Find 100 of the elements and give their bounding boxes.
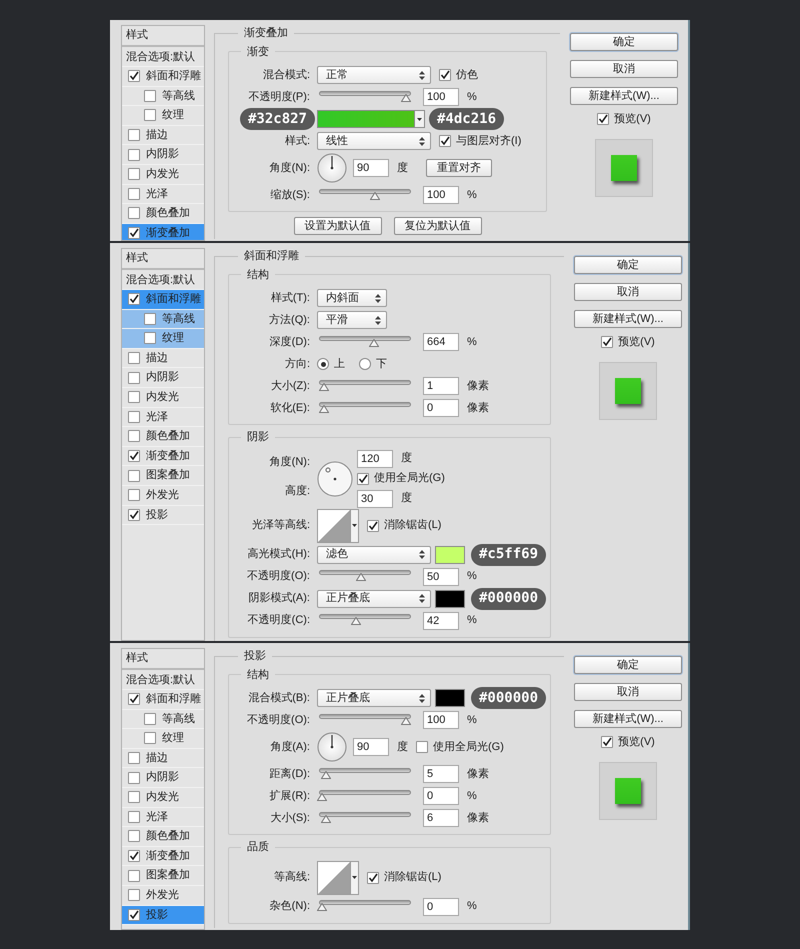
checkbox[interactable] [367, 520, 379, 532]
checkbox[interactable] [128, 293, 140, 306]
checkbox[interactable] [357, 472, 369, 484]
number-field[interactable]: 100 [423, 88, 459, 106]
slider-thumb[interactable] [317, 903, 327, 911]
checkbox[interactable] [128, 489, 140, 502]
number-field[interactable]: 100 [423, 711, 459, 729]
style-list-item[interactable]: 图案叠加 [122, 466, 204, 486]
checkbox[interactable] [128, 168, 140, 180]
dropdown[interactable]: 内斜面 [317, 289, 387, 307]
checkbox[interactable] [128, 430, 140, 442]
style-list-item[interactable]: 描边 [122, 126, 204, 146]
style-list-item[interactable]: 斜面和浮雕 [122, 67, 204, 87]
checkbox[interactable] [128, 870, 140, 882]
slider-thumb[interactable] [317, 792, 327, 800]
style-list-item[interactable]: 内发光 [122, 164, 204, 185]
dropdown[interactable]: 线性 [317, 132, 431, 150]
style-list-item[interactable]: 投影 [122, 506, 204, 526]
slider-track[interactable] [317, 402, 413, 414]
checkbox[interactable] [144, 90, 156, 102]
angle-dial[interactable] [317, 153, 347, 183]
slider-track[interactable] [317, 90, 413, 104]
dropdown[interactable]: 正片叠底 [317, 689, 431, 707]
style-list-item[interactable]: 纹理 [122, 106, 204, 126]
slider-track[interactable] [317, 768, 413, 780]
number-field[interactable]: 42 [423, 612, 459, 630]
color-swatch[interactable] [435, 590, 465, 608]
checkbox[interactable] [128, 470, 140, 482]
style-list-item[interactable]: 内阴影 [122, 368, 204, 388]
checkbox[interactable] [601, 736, 614, 748]
checkbox[interactable] [144, 332, 156, 344]
style-list-item[interactable]: 光泽 [122, 808, 204, 828]
number-field[interactable]: 664 [423, 333, 459, 351]
caret-icon[interactable] [352, 524, 357, 527]
checkbox[interactable] [597, 113, 610, 126]
button[interactable]: 取消 [570, 60, 678, 78]
style-list-item[interactable]: 混合选项:默认 [122, 670, 204, 690]
checkbox[interactable] [439, 69, 451, 81]
checkbox[interactable] [128, 227, 140, 240]
slider-track[interactable] [317, 812, 413, 824]
button[interactable]: 新建样式(W)... [574, 310, 682, 328]
checkbox[interactable] [601, 336, 614, 348]
checkbox[interactable] [128, 410, 140, 423]
caret-icon[interactable] [352, 876, 357, 879]
checkbox[interactable] [144, 712, 156, 725]
checkbox[interactable] [128, 372, 140, 384]
checkbox[interactable] [128, 70, 140, 82]
slider-track[interactable] [317, 614, 413, 627]
checkbox[interactable] [128, 752, 140, 764]
number-field[interactable]: 50 [423, 568, 459, 586]
style-list-item[interactable]: 描边 [122, 348, 204, 368]
checkbox[interactable] [128, 508, 140, 521]
button[interactable]: 设置为默认值 [294, 217, 382, 235]
checkbox[interactable] [128, 850, 140, 862]
style-list-item[interactable]: 图案叠加 [122, 866, 204, 886]
button[interactable]: 取消 [574, 283, 682, 301]
checkbox[interactable] [367, 872, 379, 884]
slider-thumb[interactable] [321, 814, 332, 822]
style-list-item[interactable]: 斜面和浮雕 [122, 290, 204, 310]
slider-thumb[interactable] [321, 770, 332, 778]
button[interactable]: 重置对齐 [426, 159, 492, 177]
slider-track[interactable] [317, 900, 413, 913]
slider-thumb[interactable] [356, 573, 366, 581]
slider-thumb[interactable] [370, 192, 380, 200]
button[interactable]: 新建样式(W)... [570, 87, 678, 105]
checkbox[interactable] [128, 791, 140, 804]
slider-thumb[interactable] [401, 94, 412, 102]
style-list-item[interactable]: 等高线 [122, 710, 204, 730]
style-list-item[interactable]: 内发光 [122, 388, 204, 408]
slider-thumb[interactable] [368, 338, 379, 346]
checkbox[interactable] [128, 450, 140, 462]
checkbox[interactable] [128, 693, 140, 706]
style-list-item[interactable]: 斜面和浮雕 [122, 690, 204, 710]
style-list-item[interactable]: 纹理 [122, 329, 204, 349]
dropdown[interactable]: 正常 [317, 66, 431, 84]
checkbox[interactable] [128, 772, 140, 784]
style-list-item[interactable]: 光泽 [122, 184, 204, 204]
radio-button[interactable] [359, 358, 371, 370]
checkbox[interactable] [128, 810, 140, 823]
slider-track[interactable] [317, 380, 413, 392]
number-field[interactable]: 90 [353, 738, 389, 756]
button[interactable]: 确定 [574, 256, 682, 274]
style-list-item[interactable]: 渐变叠加 [122, 224, 204, 240]
slider-track[interactable] [317, 714, 413, 726]
style-list-item[interactable]: 等高线 [122, 310, 204, 330]
checkbox[interactable] [128, 352, 140, 364]
number-field[interactable]: 0 [423, 898, 459, 916]
checkbox[interactable] [144, 312, 156, 325]
style-list-item[interactable]: 纹理 [122, 729, 204, 749]
style-list-item[interactable]: 颜色叠加 [122, 427, 204, 447]
style-list-item[interactable]: 渐变叠加 [122, 846, 204, 866]
checkbox[interactable] [128, 188, 140, 200]
checkbox[interactable] [128, 830, 140, 842]
slider-thumb[interactable] [318, 404, 329, 412]
style-list-item[interactable]: 内阴影 [122, 145, 204, 165]
dropdown[interactable]: 滤色 [317, 546, 431, 564]
angle-dial[interactable] [317, 732, 347, 762]
number-field[interactable]: 100 [423, 186, 459, 204]
checkbox[interactable] [144, 732, 156, 744]
slider-thumb[interactable] [401, 716, 412, 724]
